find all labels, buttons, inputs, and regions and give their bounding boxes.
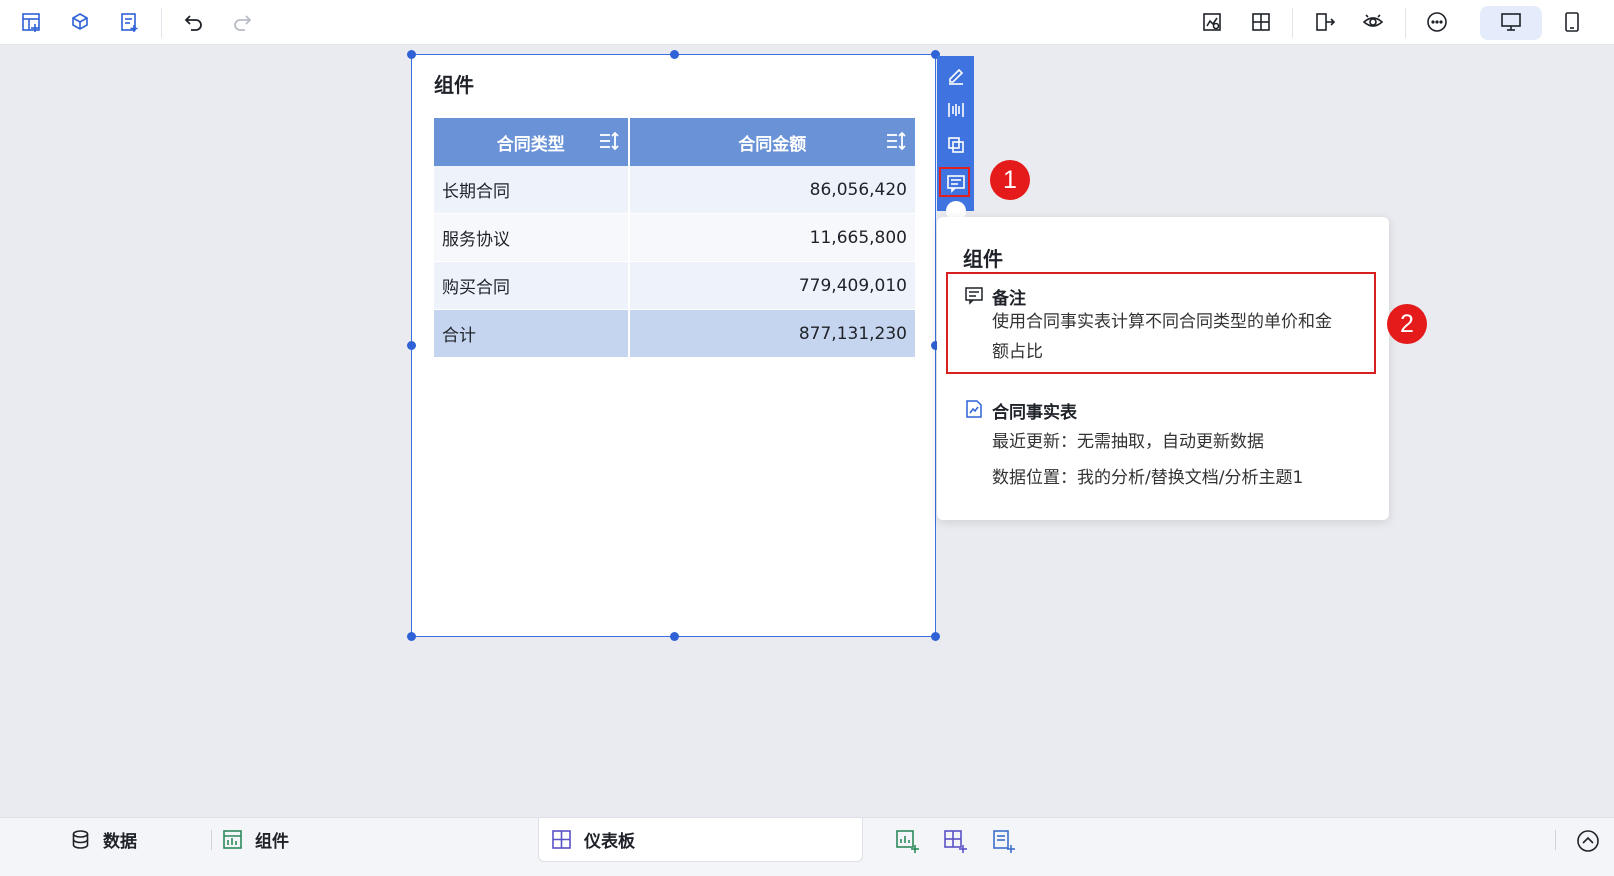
- last-update-text: 最近更新：无需抽取，自动更新数据: [992, 432, 1264, 452]
- comment-icon[interactable]: [943, 170, 968, 195]
- device-switcher: [1480, 4, 1606, 40]
- component-info-popover: 组件 备注 使用合同事实表计算不同合同类型的单价和金 额占比 合同事实表 最近更…: [937, 217, 1389, 520]
- redo-icon[interactable]: [228, 8, 256, 36]
- total-amount: 877,131,230: [628, 309, 915, 358]
- layout-icon[interactable]: [1247, 8, 1275, 36]
- cell-amount: 779,409,010: [628, 261, 915, 310]
- resize-handle[interactable]: [407, 632, 416, 641]
- column-header-type[interactable]: 合同类型: [434, 118, 630, 166]
- add-text-icon[interactable]: [115, 8, 143, 36]
- copy-icon[interactable]: [943, 132, 968, 157]
- step-badge-2: 2: [1387, 304, 1427, 344]
- cell-amount: 11,665,800: [628, 213, 915, 262]
- eye-icon[interactable]: [1359, 8, 1387, 36]
- bottom-bar: 数据 组件 仪表板: [0, 817, 1614, 876]
- add-chart-icon[interactable]: [894, 828, 920, 854]
- resize-handle[interactable]: [407, 50, 416, 59]
- dataset-icon: [964, 399, 984, 423]
- tab-dashboard[interactable]: 仪表板: [538, 818, 863, 862]
- mobile-icon[interactable]: [1558, 8, 1586, 36]
- filter-icon[interactable]: [943, 97, 968, 122]
- collapse-up-icon[interactable]: [1575, 828, 1601, 854]
- dataset-title[interactable]: 合同事实表: [992, 398, 1077, 423]
- widget-tool-strip: [937, 56, 974, 211]
- table-row: 长期合同 86,056,420: [434, 166, 915, 214]
- cell-amount: 86,056,420: [628, 166, 915, 214]
- tab-data-label: 数据: [103, 831, 137, 852]
- table-widget[interactable]: 组件 合同类型 合同金额 长期合同 86,056,420 服务协议 11,665…: [407, 50, 940, 641]
- sort-icon[interactable]: [598, 130, 620, 157]
- total-row: 合计 877,131,230: [434, 309, 915, 358]
- column-header-amount[interactable]: 合同金额: [628, 118, 915, 166]
- tab-component[interactable]: 组件: [222, 818, 289, 860]
- database-icon: [72, 829, 89, 849]
- cell-type: 购买合同: [434, 261, 630, 310]
- component-icon: [223, 829, 242, 849]
- note-icon: [964, 285, 984, 309]
- add-dashboard-icon[interactable]: [942, 828, 968, 854]
- desktop-icon[interactable]: [1497, 8, 1525, 36]
- resize-handle[interactable]: [670, 632, 679, 641]
- tab-dashboard-content: 仪表板: [551, 818, 635, 860]
- note-text: 使用合同事实表计算不同合同类型的单价和金: [992, 312, 1332, 332]
- cell-type: 长期合同: [434, 166, 630, 214]
- popover-title: 组件: [963, 247, 1003, 271]
- undo-icon[interactable]: [180, 8, 208, 36]
- tab-component-label: 组件: [255, 831, 289, 852]
- add-component-icon[interactable]: [17, 8, 45, 36]
- column-header-label: 合同金额: [738, 134, 807, 155]
- export-icon[interactable]: [1311, 8, 1339, 36]
- edit-icon[interactable]: [943, 62, 968, 87]
- preview-chart-icon[interactable]: [1198, 8, 1226, 36]
- table-row: 服务协议 11,665,800: [434, 213, 915, 262]
- tab-dashboard-label: 仪表板: [584, 831, 635, 852]
- note-title: 备注: [992, 289, 1026, 309]
- add-3d-icon[interactable]: [66, 8, 94, 36]
- dashboard-icon: [552, 829, 571, 849]
- data-location-text: 数据位置：我的分析/替换文档/分析主题1: [992, 468, 1304, 488]
- sort-icon[interactable]: [885, 130, 907, 157]
- total-label: 合计: [434, 309, 630, 358]
- widget-title: 组件: [434, 73, 474, 97]
- resize-handle[interactable]: [670, 50, 679, 59]
- cell-type: 服务协议: [434, 213, 630, 262]
- resize-handle[interactable]: [407, 341, 416, 350]
- add-report-icon[interactable]: [990, 828, 1016, 854]
- step-badge-1: 1: [990, 160, 1030, 200]
- data-table: 合同类型 合同金额 长期合同 86,056,420 服务协议 11,665,80…: [434, 118, 915, 358]
- resize-handle[interactable]: [931, 632, 940, 641]
- more-icon[interactable]: [1423, 8, 1451, 36]
- tab-data[interactable]: 数据: [70, 818, 137, 860]
- table-row: 购买合同 779,409,010: [434, 261, 915, 310]
- column-header-label: 合同类型: [496, 134, 565, 155]
- note-text: 额占比: [992, 342, 1043, 362]
- top-toolbar: [0, 0, 1614, 45]
